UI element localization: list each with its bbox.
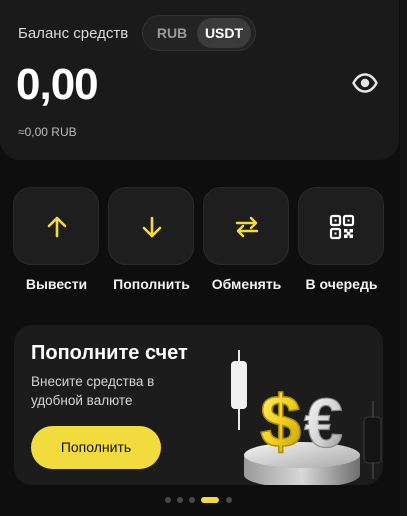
exchange-button[interactable]: Обменять	[203, 187, 290, 297]
eye-icon[interactable]	[352, 72, 378, 94]
deposit-label: Пополнить	[113, 276, 190, 292]
svg-text:$: $	[260, 380, 301, 463]
svg-text:€: €	[304, 384, 343, 462]
withdraw-button[interactable]: Вывести	[13, 187, 100, 297]
qr-code-icon	[329, 214, 355, 240]
pager-dot[interactable]	[226, 497, 232, 503]
queue-button[interactable]: В очередь	[298, 187, 385, 297]
pager-dot-active[interactable]	[201, 497, 219, 503]
deposit-tile[interactable]	[108, 187, 194, 265]
balance-card: Баланс средств RUB USDT 0,00 ≈0,00 RUB	[0, 0, 399, 160]
promo-title: Пополните счет	[31, 342, 188, 364]
exchange-tile[interactable]	[203, 187, 289, 265]
promo-text: Внесите средства в удобной валюте	[31, 374, 155, 408]
quick-actions: Вывести Пополнить Обменять В очередь	[13, 187, 385, 297]
deposit-button[interactable]: Пополнить	[108, 187, 195, 297]
balance-converted: ≈0,00 RUB	[18, 125, 77, 139]
promo-banner[interactable]: Пополните счет Внесите средства в удобно…	[14, 325, 383, 485]
arrow-up-icon	[47, 216, 67, 238]
pager-dot[interactable]	[177, 497, 183, 503]
queue-label: В очередь	[305, 276, 378, 292]
exchange-icon	[235, 216, 259, 238]
pager-dot[interactable]	[165, 497, 171, 503]
dollar-euro-podium-illustration: $ €	[231, 350, 382, 485]
promo-deposit-button[interactable]: Пополнить	[31, 426, 161, 469]
currency-option-usdt[interactable]: USDT	[197, 18, 251, 48]
arrow-down-icon	[142, 216, 162, 238]
withdraw-tile[interactable]	[13, 187, 99, 265]
wallet-screen: Баланс средств RUB USDT 0,00 ≈0,00 RUB В…	[0, 0, 407, 516]
promo-pager	[162, 495, 242, 505]
scroll-edge	[400, 0, 407, 516]
queue-tile[interactable]	[298, 187, 384, 265]
withdraw-label: Вывести	[25, 276, 88, 292]
pager-dot[interactable]	[189, 497, 195, 503]
currency-option-rub[interactable]: RUB	[147, 18, 197, 48]
balance-label: Баланс средств	[18, 25, 129, 42]
balance-amount: 0,00	[16, 60, 99, 109]
currency-switch[interactable]: RUB USDT	[142, 15, 256, 51]
exchange-label: Обменять	[211, 276, 282, 292]
